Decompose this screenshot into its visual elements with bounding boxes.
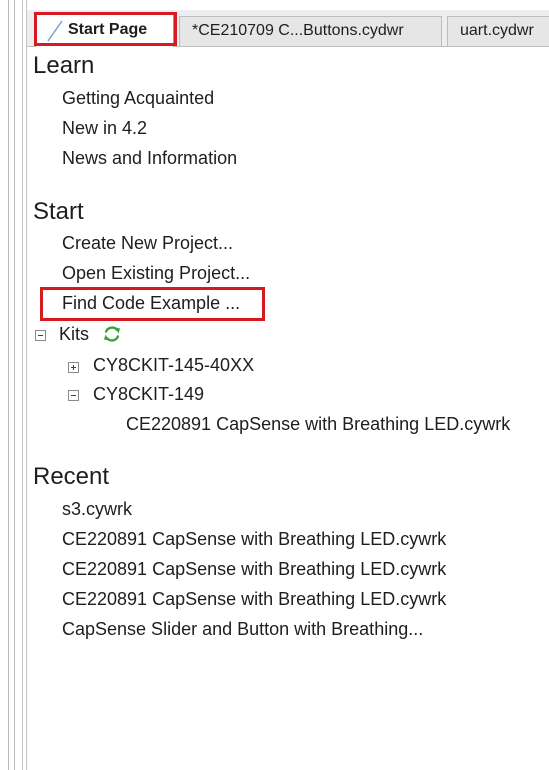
recent-item[interactable]: s3.cywrk bbox=[62, 499, 132, 520]
tree-item-cy8ckit-149[interactable]: CY8CKIT-149 bbox=[93, 384, 204, 405]
learn-heading: Learn bbox=[33, 52, 95, 79]
document-icon bbox=[47, 20, 63, 42]
link-getting-acquainted[interactable]: Getting Acquainted bbox=[62, 88, 214, 109]
recent-heading: Recent bbox=[33, 463, 110, 490]
link-create-new-project[interactable]: Create New Project... bbox=[62, 233, 233, 254]
tab-start-page[interactable]: Start Page bbox=[35, 14, 174, 47]
start-page-content: Learn Getting Acquainted New in 4.2 News… bbox=[27, 47, 549, 770]
tab-label: uart.cydwr bbox=[460, 22, 534, 39]
kit-collapse-toggle[interactable] bbox=[68, 390, 79, 401]
refresh-icon[interactable] bbox=[102, 324, 122, 344]
kits-label[interactable]: Kits bbox=[59, 324, 89, 345]
tab-uart[interactable]: uart.cydwr bbox=[447, 16, 549, 46]
tree-item-ce220891-workspace[interactable]: CE220891 CapSense with Breathing LED.cyw… bbox=[126, 414, 510, 435]
kits-collapse-toggle[interactable] bbox=[35, 330, 46, 341]
kit-expand-toggle[interactable] bbox=[68, 362, 79, 373]
recent-item[interactable]: CE220891 CapSense with Breathing LED.cyw… bbox=[62, 529, 446, 550]
recent-item[interactable]: CapSense Slider and Button with Breathin… bbox=[62, 619, 423, 640]
recent-item[interactable]: CE220891 CapSense with Breathing LED.cyw… bbox=[62, 589, 446, 610]
link-news-and-information[interactable]: News and Information bbox=[62, 148, 237, 169]
link-new-in-4-2[interactable]: New in 4.2 bbox=[62, 118, 147, 139]
document-tab-strip: Start Page *CE210709 C...Buttons.cydwr u… bbox=[27, 10, 549, 47]
tab-label: Start Page bbox=[68, 21, 148, 38]
start-heading: Start bbox=[33, 198, 84, 225]
window-frame-left bbox=[0, 0, 27, 770]
link-find-code-example[interactable]: Find Code Example ... bbox=[62, 293, 240, 314]
tab-ce210709-buttons[interactable]: *CE210709 C...Buttons.cydwr bbox=[179, 16, 442, 46]
recent-item[interactable]: CE220891 CapSense with Breathing LED.cyw… bbox=[62, 559, 446, 580]
tree-item-cy8ckit-145-40xx[interactable]: CY8CKIT-145-40XX bbox=[93, 355, 254, 376]
link-open-existing-project[interactable]: Open Existing Project... bbox=[62, 263, 250, 284]
tab-label: *CE210709 C...Buttons.cydwr bbox=[192, 22, 404, 39]
